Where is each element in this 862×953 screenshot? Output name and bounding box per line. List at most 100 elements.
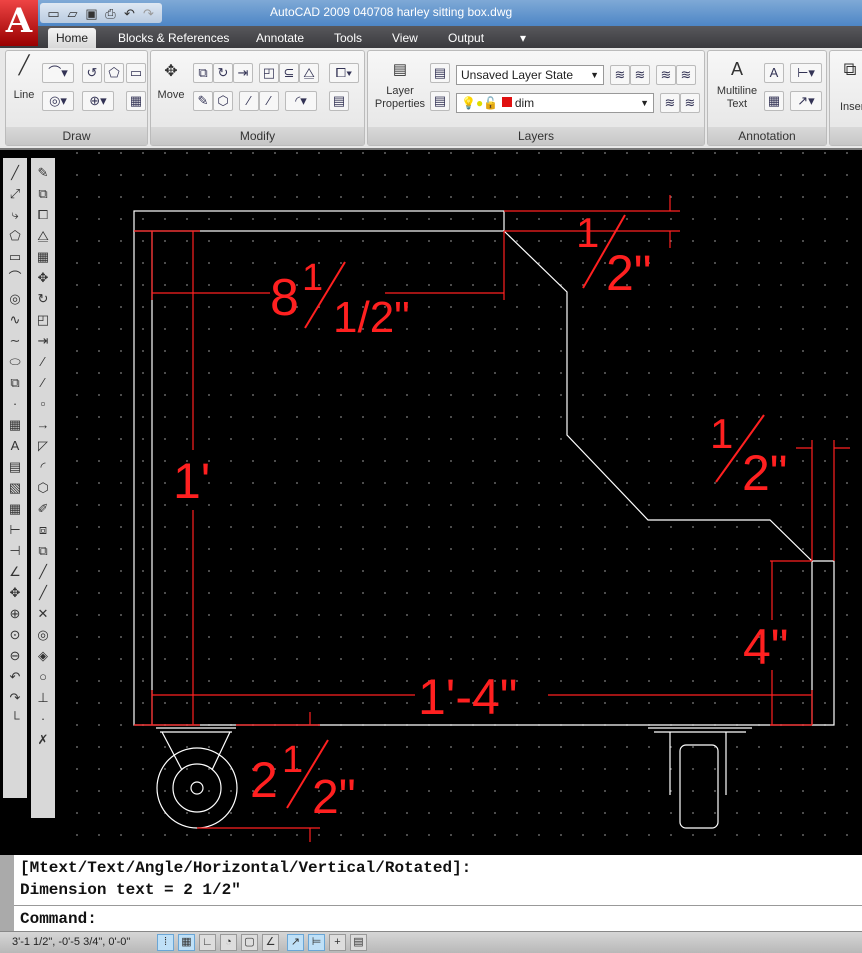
layer-freeze-tool-icon[interactable]: ≋ — [676, 65, 696, 85]
chamfer-icon[interactable]: ◸ — [33, 435, 53, 456]
polygon-icon[interactable]: ⬠ — [5, 225, 25, 246]
move-icon[interactable]: ✥ — [33, 267, 53, 288]
array-icon[interactable]: ⧠▾ — [329, 63, 359, 83]
scale-icon[interactable]: ◰ — [259, 63, 279, 83]
linear-dimension-icon[interactable]: ⊢ — [5, 519, 25, 540]
dim-text-top-width-frac[interactable]: 1/2" — [333, 293, 410, 342]
pan-icon[interactable]: ✥ — [5, 582, 25, 603]
layer-state-icon[interactable]: ▤ — [430, 63, 450, 83]
layer-properties-label[interactable]: Layer Properties — [370, 85, 430, 111]
snap-midpoint-icon[interactable]: ╱ — [33, 582, 53, 603]
line-icon[interactable]: ╱ — [10, 56, 38, 74]
tab-view[interactable]: View — [384, 28, 426, 48]
snap-center-icon[interactable]: ◎ — [33, 624, 53, 645]
drawing-canvas[interactable]: 8 1 1/2" 1 2" 1' 1 2" 4" 1'-4" 2 1 2" — [60, 152, 862, 855]
insert-block-icon[interactable]: ⧉ — [5, 372, 25, 393]
arc-icon[interactable]: ⌒ — [5, 267, 25, 288]
multiline-text-icon[interactable]: A — [722, 60, 752, 78]
command-window[interactable]: [Mtext/Text/Angle/Horizontal/Vertical/Ro… — [0, 855, 862, 931]
break-icon[interactable]: ▫ — [33, 393, 53, 414]
stretch-icon[interactable]: ⇥ — [33, 330, 53, 351]
layer-off-icon[interactable]: ≋ — [656, 65, 676, 85]
match-properties-icon[interactable]: ✐ — [33, 498, 53, 519]
polyline-icon[interactable]: ⤷ — [5, 204, 25, 225]
arc-icon[interactable]: ↺ — [82, 63, 102, 83]
zoom-realtime-icon[interactable]: ⊕ — [5, 603, 25, 624]
redo-icon[interactable]: ↷ — [141, 6, 156, 21]
coordinates-readout[interactable]: 3'-1 1/2", -0'-5 3/4", 0'-0" — [12, 936, 130, 948]
aligned-dimension-icon[interactable]: ⊣ — [5, 540, 25, 561]
zoom-previous-icon[interactable]: ⊖ — [5, 645, 25, 666]
extend-icon[interactable]: ⁄ — [259, 91, 279, 111]
mirror-icon[interactable]: ⧋ — [33, 225, 53, 246]
fillet-icon[interactable]: ◜ — [33, 456, 53, 477]
tab-annotate[interactable]: Annotate — [248, 28, 312, 48]
trim-icon[interactable]: ⁄ — [239, 91, 259, 111]
polyline-icon[interactable]: ⌒▾ — [42, 63, 74, 83]
dynamic-input-toggle[interactable]: ⊨ — [308, 934, 325, 951]
draw-order-icon[interactable]: ⧈ — [33, 519, 53, 540]
undo-icon[interactable]: ↶ — [122, 6, 137, 21]
snap-none-icon[interactable]: ✗ — [33, 729, 53, 750]
stretch-icon[interactable]: ⇥ — [233, 63, 253, 83]
text-icon[interactable]: A — [5, 435, 25, 456]
fillet-icon[interactable]: ◜▾ — [285, 91, 317, 111]
ellipse-icon[interactable]: ⊕▾ — [82, 91, 114, 111]
quick-properties-toggle[interactable]: ▤ — [350, 934, 367, 951]
layer-unisolate-icon[interactable]: ≋ — [630, 65, 650, 85]
tab-blocks-references[interactable]: Blocks & References — [110, 28, 237, 48]
table-icon[interactable]: ▦ — [5, 498, 25, 519]
rectangle-icon[interactable]: ▭ — [126, 63, 146, 83]
dynamic-ucs-toggle[interactable]: ↗ — [287, 934, 304, 951]
revision-cloud-icon[interactable]: ∿ — [5, 309, 25, 330]
layer-isolate-icon[interactable]: ≋ — [610, 65, 630, 85]
layer-change-icon[interactable]: ≋ — [680, 93, 700, 113]
construction-line-icon[interactable]: ⤢ — [5, 183, 25, 204]
save-icon[interactable]: ▣ — [84, 6, 99, 21]
redo-icon[interactable]: ↷ — [5, 687, 25, 708]
snap-node-icon[interactable]: · — [33, 708, 53, 729]
trim-icon[interactable]: ⁄ — [33, 351, 53, 372]
single-line-text-icon[interactable]: A — [764, 63, 784, 83]
dim-text-right-thickness-den[interactable]: 2" — [742, 445, 788, 501]
insert-label[interactable]: Inser — [840, 101, 862, 114]
circle-icon[interactable]: ◎ — [5, 288, 25, 309]
multiline-text-label[interactable]: Multiline Text — [710, 85, 764, 111]
lineweight-toggle[interactable]: + — [329, 934, 346, 951]
zoom-window-icon[interactable]: ⊙ — [5, 624, 25, 645]
application-menu-button[interactable]: A — [0, 0, 38, 46]
dim-text-caster-den[interactable]: 2" — [312, 771, 356, 824]
dim-text-right-thickness-num[interactable]: 1 — [710, 410, 733, 457]
polar-toggle[interactable]: ◔ — [220, 934, 237, 951]
move-label[interactable]: Move — [153, 89, 189, 102]
grid-toggle[interactable]: ▦ — [178, 934, 195, 951]
layer-properties-icon[interactable]: ▤ — [388, 62, 412, 77]
layer-dropdown[interactable]: 💡●🔓 dim ▼ — [456, 93, 654, 113]
multileader-icon[interactable]: ↗▾ — [790, 91, 822, 111]
dim-text-top-width-num[interactable]: 1 — [302, 257, 323, 299]
tab-output[interactable]: Output — [440, 28, 492, 48]
insert-block-icon[interactable]: ⧉ — [836, 60, 862, 78]
dim-text-top-thickness-den[interactable]: 2" — [606, 245, 652, 301]
array-icon[interactable]: ▦ — [33, 246, 53, 267]
extend-icon[interactable]: ⁄ — [33, 372, 53, 393]
dimension-icon[interactable]: ⊢▾ — [790, 63, 822, 83]
scale-icon[interactable]: ◰ — [33, 309, 53, 330]
point-icon[interactable]: · — [5, 393, 25, 414]
dim-text-caster-num[interactable]: 1 — [282, 739, 303, 781]
snap-quadrant-icon[interactable]: ◈ — [33, 645, 53, 666]
ellipse-icon[interactable]: ⬭ — [5, 351, 25, 372]
ucs-icon[interactable]: └ — [5, 708, 25, 729]
scroll-icon[interactable]: ▤ — [5, 456, 25, 477]
offset-icon[interactable]: ⊆ — [279, 63, 299, 83]
erase-icon[interactable]: ✎ — [33, 162, 53, 183]
gradient-icon[interactable]: ▧ — [5, 477, 25, 498]
tab-tools[interactable]: Tools — [326, 28, 370, 48]
tab-home[interactable]: Home — [48, 28, 97, 48]
rotate-icon[interactable]: ↻ — [213, 63, 233, 83]
tab-overflow-icon[interactable]: ▾ — [512, 28, 534, 48]
line-label[interactable]: Line — [8, 89, 40, 102]
layers-panel-title[interactable]: Layers — [368, 127, 704, 145]
erase-icon[interactable]: ✎ — [193, 91, 213, 111]
polygon-icon[interactable]: ⬠ — [104, 63, 124, 83]
